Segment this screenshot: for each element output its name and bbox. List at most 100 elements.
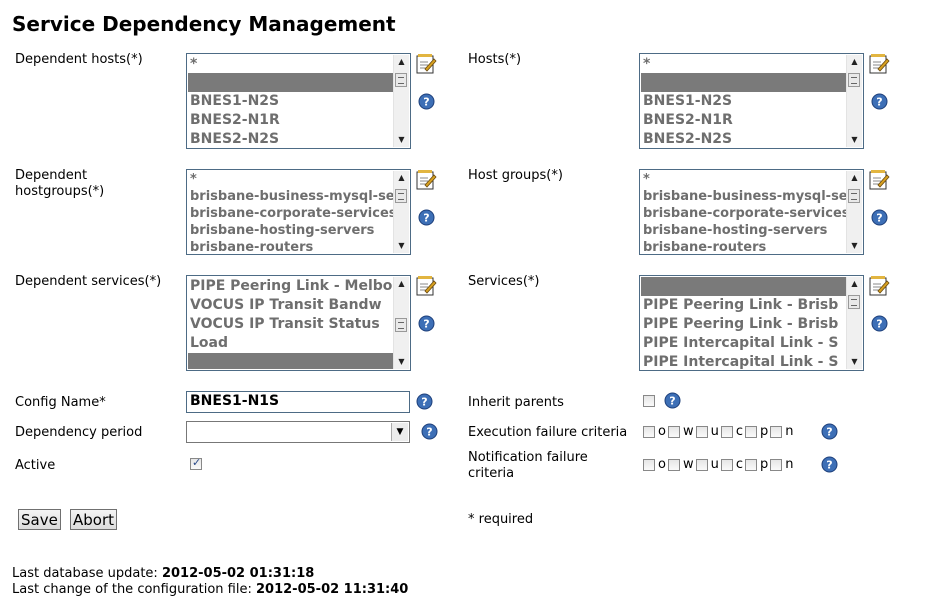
scroll-thumb[interactable] xyxy=(848,73,860,87)
flag-checkbox[interactable] xyxy=(770,458,783,471)
active-checkbox[interactable] xyxy=(190,456,202,470)
list-option[interactable]: brisbane-business-mysql-se xyxy=(188,188,393,205)
listbox-scrollbar[interactable]: ▲ ▼ xyxy=(846,55,862,147)
edit-icon[interactable] xyxy=(415,275,437,297)
dependent-services-listbox[interactable]: PIPE Peering Link - Melbo VOCUS IP Trans… xyxy=(186,275,411,371)
help-icon[interactable]: ? xyxy=(871,93,888,110)
config-name-input[interactable]: BNES1-N1S xyxy=(186,391,410,413)
help-icon[interactable]: ? xyxy=(418,209,435,226)
list-option[interactable]: PIPE Intercapital Link - S xyxy=(641,353,846,369)
flag-checkbox[interactable] xyxy=(667,425,680,438)
save-button[interactable]: Save xyxy=(18,509,61,530)
list-option[interactable]: BNES2-N2S xyxy=(641,130,846,147)
scroll-thumb[interactable] xyxy=(848,189,860,203)
listbox-scrollbar[interactable]: ▲ ▼ xyxy=(846,277,862,369)
edit-icon[interactable] xyxy=(868,53,890,75)
flag-checkbox[interactable] xyxy=(667,458,680,471)
listbox-scrollbar[interactable]: ▲ ▼ xyxy=(393,171,409,253)
list-option[interactable] xyxy=(188,73,393,92)
flag-checkbox[interactable] xyxy=(643,425,655,438)
help-icon[interactable]: ? xyxy=(418,93,435,110)
scroll-up-icon[interactable]: ▲ xyxy=(394,56,409,68)
scroll-up-icon[interactable]: ▲ xyxy=(847,56,862,68)
list-option[interactable]: BNES2-N2S xyxy=(188,130,393,147)
list-option[interactable]: * xyxy=(188,55,393,73)
help-icon[interactable]: ? xyxy=(821,423,838,440)
list-option[interactable]: brisbane-corporate-services xyxy=(188,205,393,222)
services-listbox[interactable]: PIPE Peering Link - Brisb PIPE Peering L… xyxy=(639,275,864,371)
flag-checkbox[interactable] xyxy=(695,458,708,471)
flag-checkbox[interactable] xyxy=(695,425,708,438)
chevron-down-icon[interactable]: ▼ xyxy=(391,423,408,441)
help-icon[interactable]: ? xyxy=(871,315,888,332)
list-option[interactable]: brisbane-routers xyxy=(641,239,846,253)
help-icon[interactable]: ? xyxy=(664,392,681,409)
flag-checkbox[interactable] xyxy=(643,458,655,471)
list-option[interactable]: PIPE Peering Link - Melbo xyxy=(188,277,393,296)
hosts-listbox[interactable]: * BNES1-N2S BNES2-N1R BNES2-N2S ▲ ▼ xyxy=(639,53,864,149)
scroll-up-icon[interactable]: ▲ xyxy=(847,278,862,290)
dependency-period-select[interactable]: ▼ xyxy=(186,421,410,443)
scroll-down-icon[interactable]: ▼ xyxy=(847,134,862,146)
flag-checkbox[interactable] xyxy=(720,458,733,471)
listbox-scrollbar[interactable]: ▲ ▼ xyxy=(393,55,409,147)
help-icon[interactable]: ? xyxy=(418,315,435,332)
help-icon[interactable]: ? xyxy=(416,393,433,410)
dependent-hosts-listbox[interactable]: * BNES1-N2S BNES2-N1R BNES2-N2S ▲ ▼ xyxy=(186,53,411,149)
dependent-hostgroups-listbox[interactable]: * brisbane-business-mysql-se brisbane-co… xyxy=(186,169,411,255)
edit-icon[interactable] xyxy=(868,169,890,191)
edit-icon[interactable] xyxy=(415,53,437,75)
list-option[interactable]: BNES2-N1R xyxy=(188,111,393,130)
svg-text:?: ? xyxy=(826,426,832,439)
scroll-thumb[interactable] xyxy=(395,189,407,203)
list-option[interactable] xyxy=(641,277,846,296)
scroll-down-icon[interactable]: ▼ xyxy=(394,240,409,252)
list-option[interactable]: BNES2-N1R xyxy=(641,111,846,130)
edit-icon[interactable] xyxy=(868,275,890,297)
flag-checkbox[interactable] xyxy=(745,458,758,471)
help-icon[interactable]: ? xyxy=(821,456,838,473)
scroll-down-icon[interactable]: ▼ xyxy=(847,356,862,368)
list-option[interactable]: brisbane-business-mysql-se xyxy=(641,188,846,205)
footer-label: Last change of the configuration file: xyxy=(12,582,252,597)
flag-checkbox[interactable] xyxy=(745,425,758,438)
abort-button[interactable]: Abort xyxy=(70,509,118,530)
required-note: * required xyxy=(468,512,534,527)
list-option[interactable]: VOCUS IP Transit Bandw xyxy=(188,296,393,315)
scroll-up-icon[interactable]: ▲ xyxy=(847,172,862,184)
label-line: criteria xyxy=(468,466,515,481)
help-icon[interactable]: ? xyxy=(421,423,438,440)
list-option[interactable]: * xyxy=(188,171,393,188)
listbox-scrollbar[interactable]: ▲ ▼ xyxy=(846,171,862,253)
list-option[interactable] xyxy=(641,73,846,92)
list-option[interactable]: brisbane-hosting-servers xyxy=(188,222,393,239)
list-option[interactable]: * xyxy=(641,171,846,188)
scroll-thumb[interactable] xyxy=(395,318,407,332)
inherit-parents-checkbox[interactable] xyxy=(643,395,655,407)
list-option[interactable]: brisbane-routers xyxy=(188,239,393,253)
list-option[interactable]: * xyxy=(641,55,846,73)
help-icon[interactable]: ? xyxy=(871,209,888,226)
list-option[interactable] xyxy=(188,353,393,369)
list-option[interactable]: BNES1-N2S xyxy=(641,92,846,111)
listbox-scrollbar[interactable]: ▲ ▼ xyxy=(393,277,409,369)
edit-icon[interactable] xyxy=(415,169,437,191)
list-option[interactable]: PIPE Peering Link - Brisb xyxy=(641,315,846,334)
scroll-down-icon[interactable]: ▼ xyxy=(847,240,862,252)
list-option[interactable]: VOCUS IP Transit Status xyxy=(188,315,393,334)
scroll-up-icon[interactable]: ▲ xyxy=(394,278,409,290)
list-option[interactable]: Load xyxy=(188,334,393,353)
list-option[interactable]: brisbane-corporate-services xyxy=(641,205,846,222)
scroll-down-icon[interactable]: ▼ xyxy=(394,134,409,146)
list-option[interactable]: BNES1-N2S xyxy=(188,92,393,111)
scroll-down-icon[interactable]: ▼ xyxy=(394,356,409,368)
list-option[interactable]: PIPE Intercapital Link - S xyxy=(641,334,846,353)
scroll-thumb[interactable] xyxy=(848,295,860,309)
list-option[interactable]: PIPE Peering Link - Brisb xyxy=(641,296,846,315)
list-option[interactable]: brisbane-hosting-servers xyxy=(641,222,846,239)
flag-checkbox[interactable] xyxy=(720,425,733,438)
scroll-up-icon[interactable]: ▲ xyxy=(394,172,409,184)
flag-checkbox[interactable] xyxy=(770,425,783,438)
host-groups-listbox[interactable]: * brisbane-business-mysql-se brisbane-co… xyxy=(639,169,864,255)
scroll-thumb[interactable] xyxy=(395,73,407,87)
